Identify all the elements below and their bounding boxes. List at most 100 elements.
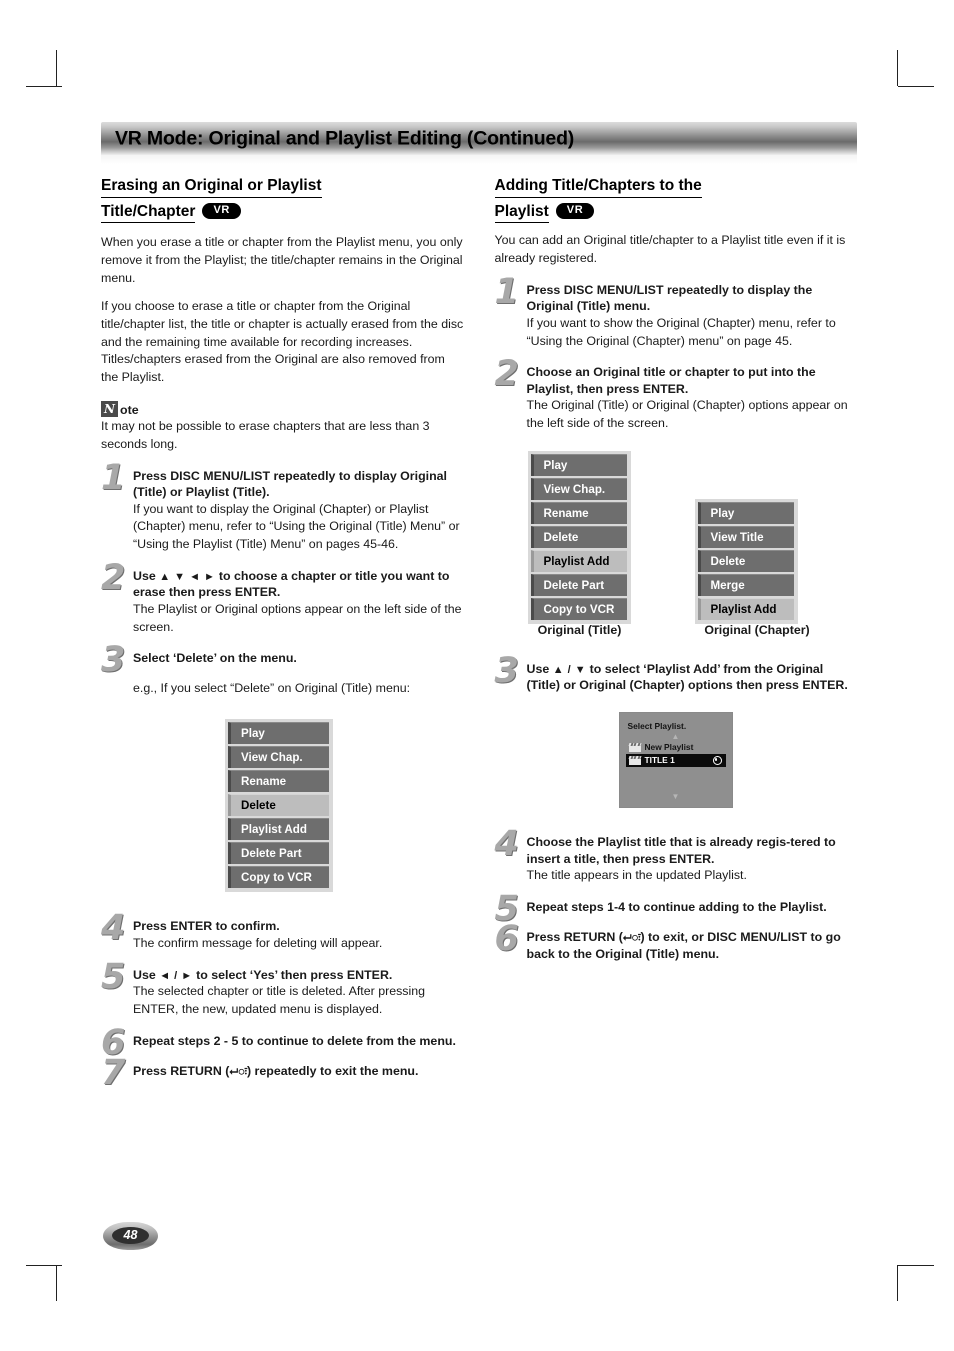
caption-original-title: Original (Title) (537, 622, 622, 637)
left-step-7: 7 Press RETURN (⮠ः) repeatedly to exit t… (101, 1056, 464, 1091)
menu-item-playlist-add[interactable]: Playlist Add (228, 818, 329, 841)
right-step-5-title: Repeat steps 1-4 to continue adding to t… (526, 899, 827, 914)
playlist-row-label: TITLE 1 (644, 755, 675, 766)
clapperboard-icon (628, 742, 641, 752)
right-step-5: 5 Repeat steps 1-4 to continue adding to… (495, 891, 858, 926)
original-menus-figure: Play View Chap. Rename Delete Playlist A… (495, 450, 858, 651)
right-section-heading-line2: Playlist VR (494, 203, 858, 224)
left-section-heading: Erasing an Original or Playlist (101, 176, 464, 199)
menu-captions-row: Original (Title) Original (Chapter) (495, 623, 858, 637)
page-number: 48 (112, 1227, 149, 1244)
right-step-3-title: Use ▲ / ▼ to select ‘Playlist Add’ from … (527, 661, 858, 694)
right-step-3-title-prefix: Use (526, 661, 553, 676)
left-step-3-number: 3 (101, 640, 126, 681)
up-down-arrows-icon: ▲ / ▼ (552, 663, 587, 676)
chapter-menu-item-delete[interactable]: Delete (697, 549, 794, 572)
page-header-bar: VR Mode: Original and Playlist Editing (… (101, 122, 857, 155)
left-step-4: 4 Press ENTER to confirm. The confirm me… (101, 911, 464, 952)
note-header: N ote (101, 401, 464, 418)
title-menu-item-play[interactable]: Play (530, 453, 627, 476)
left-step-7-number: 7 (101, 1053, 126, 1094)
direction-arrows-icon: ▲ ▼ ◄ ► (159, 570, 216, 583)
right-step-4: 4 Choose the Playlist title that is alre… (495, 826, 858, 885)
menu-item-rename[interactable]: Rename (228, 770, 329, 793)
left-step-2-number: 2 (101, 557, 126, 598)
left-right-arrows-icon: ◄ / ► (159, 969, 193, 982)
original-chapter-menu[interactable]: Play View Title Delete Merge Playlist Ad… (694, 498, 798, 624)
left-step-2-title: Use ▲ ▼ ◄ ► to choose a chapter or title… (133, 568, 464, 601)
playlist-empty-area (626, 767, 726, 793)
left-step-1-title: Press DISC MENU/LIST repeatedly to displ… (133, 468, 447, 500)
chapter-menu-item-merge[interactable]: Merge (697, 573, 794, 596)
right-step-4-number: 4 (494, 823, 519, 864)
return-arrow-icon: ⮠ः (622, 931, 641, 945)
note-icon: N (101, 401, 118, 418)
left-intro-paragraph-1: When you erase a title or chapter from t… (101, 235, 463, 285)
right-step-1: 1 Press DISC MENU/LIST repeatedly to dis… (495, 274, 858, 350)
right-step-2: 2 Choose an Original title or chapter to… (495, 357, 858, 432)
left-step-3-desc: e.g., If you select “Delete” on Original… (133, 680, 411, 695)
original-chapter-menu-wrap: Play View Title Delete Merge Playlist Ad… (694, 498, 798, 624)
chapter-menu-item-playlist-add[interactable]: Playlist Add (697, 597, 794, 620)
note-text: It may not be possible to erase chapters… (101, 419, 430, 451)
left-step-1-number: 1 (101, 457, 126, 498)
scroll-down-arrow-icon[interactable]: ▼ (626, 792, 726, 801)
original-title-menu-delete[interactable]: Play View Chap. Rename Delete Playlist A… (225, 719, 333, 893)
scroll-up-arrow-icon[interactable]: ▲ (626, 732, 726, 741)
left-step-5-title-suffix: to select ‘Yes’ then press ENTER. (192, 967, 393, 982)
chapter-menu-item-play[interactable]: Play (697, 501, 794, 524)
left-step-7-title-suffix: ) repeatedly to exit the menu. (246, 1064, 419, 1079)
menu-item-delete[interactable]: Delete (228, 794, 329, 817)
crop-mark-top-left-horizontal (26, 86, 62, 87)
playlist-row-title-1[interactable]: TITLE 1 (625, 753, 726, 767)
left-step-5-title: Use ◄ / ► to select ‘Yes’ then press ENT… (133, 967, 464, 984)
title-menu-item-copy-to-vcr[interactable]: Copy to VCR (530, 597, 627, 620)
left-step-2: 2 Use ▲ ▼ ◄ ► to choose a chapter or tit… (101, 560, 464, 637)
title-menu-item-playlist-add[interactable]: Playlist Add (530, 549, 627, 572)
left-step-6-title: Repeat steps 2 - 5 to continue to delete… (133, 1033, 456, 1048)
menu-item-copy-to-vcr[interactable]: Copy to VCR (228, 866, 329, 889)
page-content: VR Mode: Original and Playlist Editing (… (101, 122, 858, 1091)
right-step-1-title: Press DISC MENU/LIST repeatedly to displ… (526, 282, 813, 314)
select-playlist-figure: Select Playlist. ▲ New Playlist TITLE 1 (495, 711, 858, 808)
original-title-menu-playlist-add[interactable]: Play View Chap. Rename Delete Playlist A… (527, 450, 631, 624)
right-step-1-desc: If you want to show the Original (Chapte… (526, 315, 836, 348)
left-step-2-title-prefix: Use (133, 568, 160, 583)
left-step-4-number: 4 (101, 908, 126, 949)
title-menu-item-delete[interactable]: Delete (530, 525, 627, 548)
header-underline (101, 155, 857, 164)
left-step-1-desc: If you want to display the Original (Cha… (133, 501, 460, 551)
crop-mark-top-right-horizontal (898, 86, 934, 87)
left-step-7-title-prefix: Press RETURN ( (133, 1064, 230, 1079)
note-label: ote (120, 402, 139, 417)
left-heading-line-2: Title/Chapter (101, 203, 196, 224)
left-step-2-desc: The Playlist or Original options appear … (133, 601, 462, 634)
menu-item-play[interactable]: Play (228, 722, 329, 745)
right-step-6-number: 6 (494, 919, 519, 960)
left-step-6: 6 Repeat steps 2 - 5 to continue to dele… (101, 1025, 464, 1060)
menu-item-view-chap[interactable]: View Chap. (228, 746, 329, 769)
page-title: VR Mode: Original and Playlist Editing (… (115, 127, 575, 149)
title-menu-item-delete-part[interactable]: Delete Part (530, 573, 627, 596)
chapter-menu-item-view-title[interactable]: View Title (697, 525, 794, 548)
right-step-4-title: Choose the Playlist title that is alread… (526, 834, 836, 866)
select-playlist-dialog[interactable]: Select Playlist. ▲ New Playlist TITLE 1 (618, 711, 733, 808)
left-step-5-title-prefix: Use (133, 967, 160, 982)
select-playlist-title: Select Playlist. (627, 720, 687, 731)
caption-original-chapter: Original (Chapter) (704, 622, 810, 637)
right-step-2-title: Choose an Original title or chapter to p… (526, 365, 816, 396)
right-section-heading: Adding Title/Chapters to the (494, 176, 858, 199)
title-menu-item-view-chap[interactable]: View Chap. (530, 477, 627, 500)
menu-item-delete-part[interactable]: Delete Part (228, 842, 329, 865)
return-arrow-icon: ⮠ः (229, 1065, 247, 1079)
right-column: Adding Title/Chapters to the Playlist VR… (494, 176, 858, 1080)
note-block: N ote It may not be possible to erase ch… (101, 401, 464, 453)
crop-mark-bottom-left-vertical (56, 1265, 57, 1301)
title-menu-item-rename[interactable]: Rename (530, 501, 627, 524)
playlist-row-label: New Playlist (644, 742, 694, 753)
clapperboard-icon (628, 755, 641, 765)
crop-mark-bottom-right-horizontal (898, 1265, 934, 1266)
right-intro-paragraph-1: You can add an Original title/chapter to… (494, 233, 846, 266)
playlist-row-new-playlist[interactable]: New Playlist (626, 741, 726, 754)
left-heading-line-1: Erasing an Original or Playlist (101, 176, 322, 199)
